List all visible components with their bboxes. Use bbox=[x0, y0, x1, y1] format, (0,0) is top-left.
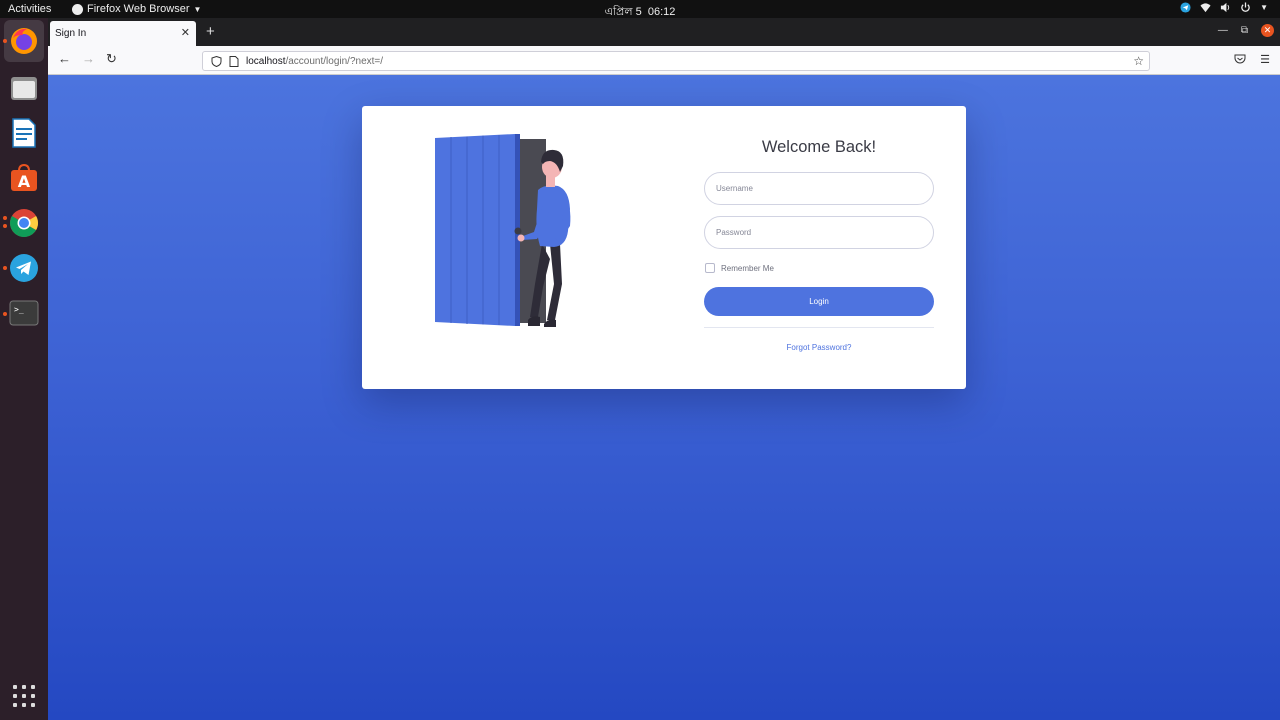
remember-me-checkbox[interactable] bbox=[705, 263, 715, 273]
dock-telegram[interactable] bbox=[8, 252, 40, 284]
tab-sign-in[interactable]: Sign In ✕ bbox=[50, 21, 196, 46]
login-form: Welcome Back! Username Password Remember… bbox=[704, 106, 934, 352]
power-icon bbox=[1241, 2, 1250, 12]
running-indicator bbox=[3, 266, 7, 270]
files-icon bbox=[11, 77, 37, 100]
tab-strip: Sign In ✕ + — ⧉ ✕ bbox=[48, 18, 1280, 46]
caret-down-icon: ▼ bbox=[1260, 3, 1268, 12]
dock-files[interactable] bbox=[8, 72, 40, 104]
menu-icon[interactable]: ☰ bbox=[1260, 53, 1270, 66]
remember-me-label: Remember Me bbox=[721, 263, 774, 273]
svg-text:A: A bbox=[18, 172, 31, 191]
page-background: Welcome Back! Username Password Remember… bbox=[48, 75, 1280, 720]
telegram-icon bbox=[10, 254, 38, 282]
running-indicator bbox=[3, 224, 7, 228]
password-input[interactable]: Password bbox=[704, 216, 934, 249]
pocket-icon[interactable] bbox=[1234, 53, 1246, 65]
bookmark-star-icon[interactable]: ☆ bbox=[1133, 54, 1144, 68]
svg-text:>_: >_ bbox=[14, 305, 24, 314]
dock-ubuntu-software[interactable]: A bbox=[8, 162, 40, 194]
clock-time: 06:12 bbox=[647, 6, 676, 18]
url-path: /account/login/?next=/ bbox=[285, 55, 384, 67]
app-menu-label: Firefox Web Browser bbox=[87, 3, 190, 15]
login-button[interactable]: Login bbox=[704, 287, 934, 316]
telegram-tray-icon[interactable] bbox=[1180, 2, 1191, 13]
caret-down-icon: ▼ bbox=[193, 4, 202, 14]
chrome-icon bbox=[10, 209, 38, 237]
divider bbox=[704, 327, 934, 328]
system-top-bar: Activities Firefox Web Browser ▼ এপ্রিল … bbox=[0, 0, 1280, 18]
window-controls: — ⧉ ✕ bbox=[1218, 24, 1274, 37]
dock-terminal[interactable]: >_ bbox=[8, 297, 40, 329]
page-info-icon[interactable] bbox=[229, 55, 239, 67]
page-title: Welcome Back! bbox=[761, 138, 877, 156]
volume-icon bbox=[1220, 2, 1230, 13]
restore-icon[interactable]: ⧉ bbox=[1241, 25, 1248, 36]
running-indicator bbox=[3, 39, 7, 43]
login-card: Welcome Back! Username Password Remember… bbox=[362, 106, 966, 389]
tab-title: Sign In bbox=[55, 28, 87, 39]
forward-icon[interactable]: → bbox=[82, 51, 95, 66]
back-icon[interactable]: ← bbox=[58, 51, 71, 66]
activities-button[interactable]: Activities bbox=[8, 3, 51, 15]
close-window-icon[interactable]: ✕ bbox=[1261, 24, 1274, 37]
new-tab-icon[interactable]: + bbox=[206, 23, 215, 40]
ubuntu-software-icon: A bbox=[11, 163, 37, 191]
dock-firefox[interactable] bbox=[4, 20, 44, 62]
clock[interactable]: এপ্রিল 5 06:12 bbox=[605, 6, 676, 18]
minimize-icon[interactable]: — bbox=[1218, 25, 1228, 36]
firefox-icon bbox=[11, 28, 37, 54]
forgot-password-link[interactable]: Forgot Password? bbox=[704, 343, 934, 352]
dock-libreoffice-writer[interactable] bbox=[8, 117, 40, 149]
url-host: localhost bbox=[246, 55, 286, 67]
ubuntu-dock: A >_ bbox=[0, 18, 48, 720]
system-tray[interactable]: ▼ bbox=[1180, 2, 1268, 13]
username-input[interactable]: Username bbox=[704, 172, 934, 205]
firefox-icon bbox=[72, 3, 83, 15]
running-indicator bbox=[3, 312, 7, 316]
writer-icon bbox=[12, 118, 36, 148]
url-bar[interactable]: localhost /account/login/?next=/ ☆ bbox=[202, 51, 1150, 71]
running-indicator bbox=[3, 216, 7, 220]
door-illustration bbox=[435, 134, 571, 327]
show-applications-icon[interactable] bbox=[13, 685, 35, 707]
wifi-icon bbox=[1200, 3, 1211, 13]
clock-date: এপ্রিল 5 bbox=[604, 6, 642, 18]
dock-chrome[interactable] bbox=[8, 207, 40, 239]
terminal-icon: >_ bbox=[9, 300, 39, 326]
remember-me[interactable]: Remember Me bbox=[704, 262, 934, 274]
navigation-toolbar: ← → ↻ localhost /account/login/?next=/ ☆… bbox=[48, 46, 1280, 75]
shield-icon[interactable] bbox=[211, 55, 222, 67]
reload-icon[interactable]: ↻ bbox=[106, 51, 117, 67]
app-menu[interactable]: Firefox Web Browser ▼ bbox=[72, 3, 201, 15]
close-tab-icon[interactable]: ✕ bbox=[181, 26, 190, 39]
